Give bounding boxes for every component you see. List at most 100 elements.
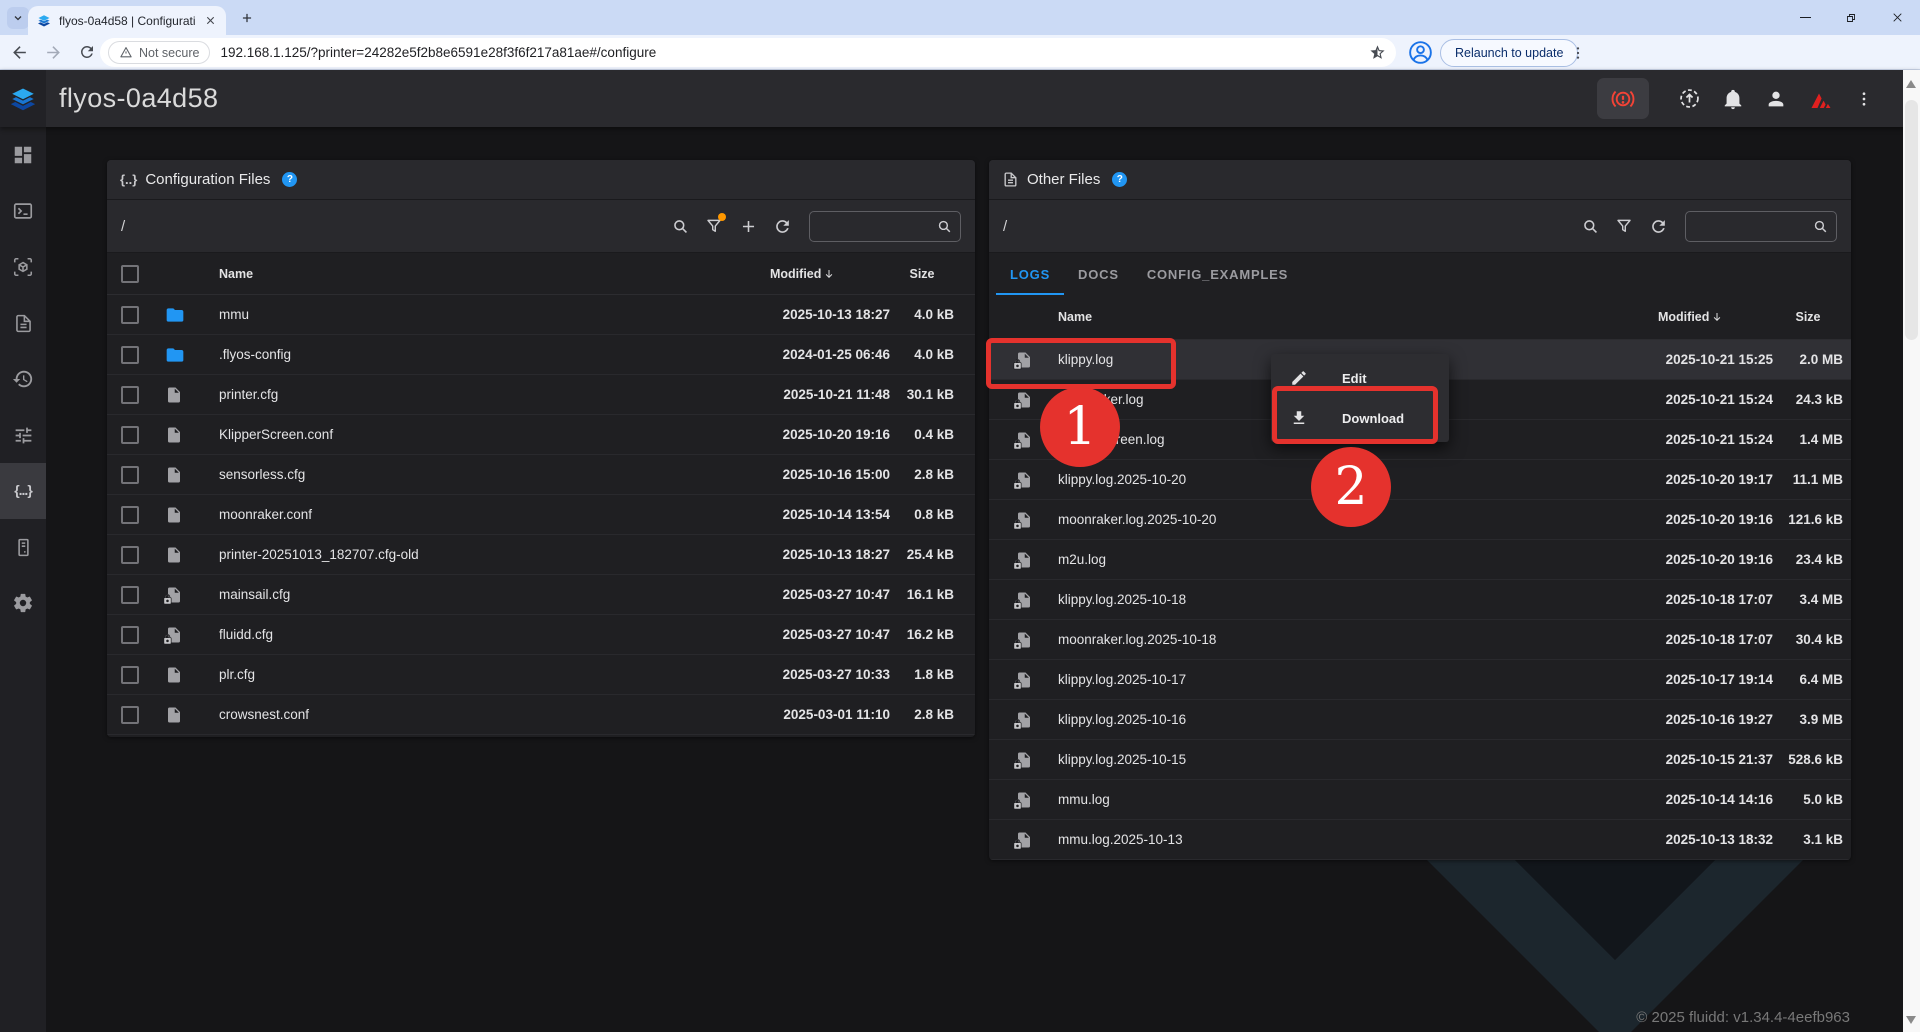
- table-row[interactable]: klippy.log.2025-10-152025-10-15 21:37528…: [989, 740, 1851, 780]
- filter-button[interactable]: [697, 209, 731, 243]
- page-scrollbar[interactable]: [1903, 70, 1920, 1032]
- table-row[interactable]: moonraker.log.2025-10-182025-10-18 17:07…: [989, 620, 1851, 660]
- notifications-button[interactable]: [1722, 88, 1744, 110]
- column-size[interactable]: Size: [1773, 310, 1843, 324]
- tab-close-icon[interactable]: [202, 13, 218, 29]
- sidebar-item-configuration[interactable]: {...}: [0, 463, 46, 519]
- file-size: 0.4 kB: [890, 427, 954, 442]
- filter-button[interactable]: [1607, 209, 1641, 243]
- row-checkbox[interactable]: [121, 586, 139, 604]
- tab-docs[interactable]: DOCS: [1064, 253, 1133, 295]
- context-menu-item-edit[interactable]: Edit: [1271, 358, 1449, 398]
- row-checkbox[interactable]: [121, 626, 139, 644]
- brake-alert-icon: [1611, 87, 1635, 111]
- bookmark-star-icon[interactable]: [1369, 44, 1386, 61]
- help-icon[interactable]: ?: [1112, 172, 1127, 187]
- table-row[interactable]: plr.cfg2025-03-27 10:331.8 kB: [107, 655, 975, 695]
- browser-tab[interactable]: flyos-0a4d58 | Configuration: [28, 6, 226, 35]
- search-button[interactable]: [663, 209, 697, 243]
- overflow-menu-button[interactable]: [1855, 90, 1873, 108]
- emergency-stop-button[interactable]: [1597, 78, 1649, 119]
- column-name[interactable]: Name: [219, 267, 770, 281]
- table-row[interactable]: KlipperScreen.conf2025-10-20 19:160.4 kB: [107, 415, 975, 455]
- row-checkbox[interactable]: [121, 426, 139, 444]
- refresh-button[interactable]: [765, 209, 799, 243]
- browser-profile-icon[interactable]: [1407, 39, 1434, 66]
- column-modified[interactable]: Modified: [1658, 310, 1773, 324]
- scroll-down-arrow-icon[interactable]: [1906, 1016, 1916, 1024]
- address-bar[interactable]: Not secure 192.168.1.125/?printer=24282e…: [100, 38, 1396, 67]
- table-row[interactable]: mmu.log2025-10-14 14:165.0 kB: [989, 780, 1851, 820]
- search-button[interactable]: [1573, 209, 1607, 243]
- forward-icon[interactable]: [38, 37, 68, 67]
- table-row[interactable]: printer-20251013_182707.cfg-old2025-10-1…: [107, 535, 975, 575]
- reload-icon[interactable]: [72, 37, 102, 67]
- breadcrumb-path: /: [1003, 218, 1007, 235]
- table-row[interactable]: crowsnest.conf2025-03-01 11:102.8 kB: [107, 695, 975, 735]
- sidebar-item-settings[interactable]: [0, 575, 46, 631]
- sidebar-item-console[interactable]: [0, 183, 46, 239]
- table-row[interactable]: fluidd.cfg2025-03-27 10:4716.2 kB: [107, 615, 975, 655]
- file-search-box[interactable]: [1685, 211, 1837, 242]
- table-row[interactable]: moonraker.log.2025-10-202025-10-20 19:16…: [989, 500, 1851, 540]
- printer-brand-button[interactable]: [1808, 87, 1834, 111]
- scrollbar-thumb[interactable]: [1905, 100, 1918, 340]
- new-tab-icon[interactable]: [236, 7, 258, 29]
- row-checkbox[interactable]: [121, 546, 139, 564]
- table-row[interactable]: klippy.log.2025-10-172025-10-17 19:146.4…: [989, 660, 1851, 700]
- file-search-box[interactable]: [809, 211, 961, 242]
- relaunch-to-update-button[interactable]: Relaunch to update: [1440, 39, 1578, 67]
- restore-button[interactable]: [1828, 0, 1874, 35]
- row-checkbox[interactable]: [121, 306, 139, 324]
- sidebar-item-dashboard[interactable]: [0, 127, 46, 183]
- sidebar-item-tune[interactable]: [0, 407, 46, 463]
- row-checkbox[interactable]: [121, 386, 139, 404]
- context-menu-item-download[interactable]: Download: [1271, 398, 1449, 438]
- select-all-checkbox[interactable]: [121, 265, 139, 283]
- sidebar-item-jobs[interactable]: [0, 295, 46, 351]
- table-row[interactable]: moonraker.conf2025-10-14 13:540.8 kB: [107, 495, 975, 535]
- file-modified: 2025-10-18 17:07: [1658, 632, 1773, 647]
- file-icon: [1015, 350, 1035, 370]
- add-button[interactable]: [731, 209, 765, 243]
- table-row[interactable]: mmu.log.2025-10-132025-10-13 18:323.1 kB: [989, 820, 1851, 860]
- back-icon[interactable]: [4, 37, 34, 67]
- table-row[interactable]: klippy.log.2025-10-202025-10-20 19:1711.…: [989, 460, 1851, 500]
- close-window-button[interactable]: [1874, 0, 1920, 35]
- browser-menu-icon[interactable]: [1568, 39, 1588, 66]
- search-input[interactable]: [1693, 219, 1812, 234]
- row-checkbox[interactable]: [121, 666, 139, 684]
- root-folder-tabs: LOGSDOCSCONFIG_EXAMPLES: [989, 253, 1851, 295]
- tab-logs[interactable]: LOGS: [996, 253, 1064, 295]
- row-checkbox[interactable]: [121, 706, 139, 724]
- minimize-button[interactable]: [1782, 0, 1828, 35]
- tab-search-chevron-icon[interactable]: [7, 7, 29, 29]
- table-row[interactable]: m2u.log2025-10-20 19:1623.4 kB: [989, 540, 1851, 580]
- table-row[interactable]: .flyos-config2024-01-25 06:464.0 kB: [107, 335, 975, 375]
- tab-config_examples[interactable]: CONFIG_EXAMPLES: [1133, 253, 1302, 295]
- row-checkbox[interactable]: [121, 346, 139, 364]
- scroll-up-arrow-icon[interactable]: [1906, 80, 1916, 88]
- refresh-button[interactable]: [1641, 209, 1675, 243]
- search-input[interactable]: [817, 219, 936, 234]
- table-row[interactable]: klippy.log.2025-10-162025-10-16 19:273.9…: [989, 700, 1851, 740]
- sidebar-item-system[interactable]: [0, 519, 46, 575]
- table-row[interactable]: mmu2025-10-13 18:274.0 kB: [107, 295, 975, 335]
- table-row[interactable]: sensorless.cfg2025-10-16 15:002.8 kB: [107, 455, 975, 495]
- row-checkbox[interactable]: [121, 466, 139, 484]
- column-size[interactable]: Size: [890, 267, 954, 281]
- fluidd-logo-icon[interactable]: [0, 70, 46, 127]
- table-row[interactable]: printer.cfg2025-10-21 11:4830.1 kB: [107, 375, 975, 415]
- help-icon[interactable]: ?: [282, 172, 297, 187]
- sidebar-item-history[interactable]: [0, 351, 46, 407]
- table-row[interactable]: mainsail.cfg2025-03-27 10:4716.1 kB: [107, 575, 975, 615]
- column-modified[interactable]: Modified: [770, 267, 890, 281]
- history-icon: [12, 368, 34, 390]
- security-chip[interactable]: Not secure: [108, 41, 210, 64]
- table-row[interactable]: klippy.log.2025-10-182025-10-18 17:073.4…: [989, 580, 1851, 620]
- update-available-button[interactable]: [1678, 87, 1701, 110]
- row-checkbox[interactable]: [121, 506, 139, 524]
- column-name[interactable]: Name: [1058, 310, 1658, 324]
- user-account-button[interactable]: [1765, 88, 1787, 110]
- sidebar-item-gcode-preview[interactable]: [0, 239, 46, 295]
